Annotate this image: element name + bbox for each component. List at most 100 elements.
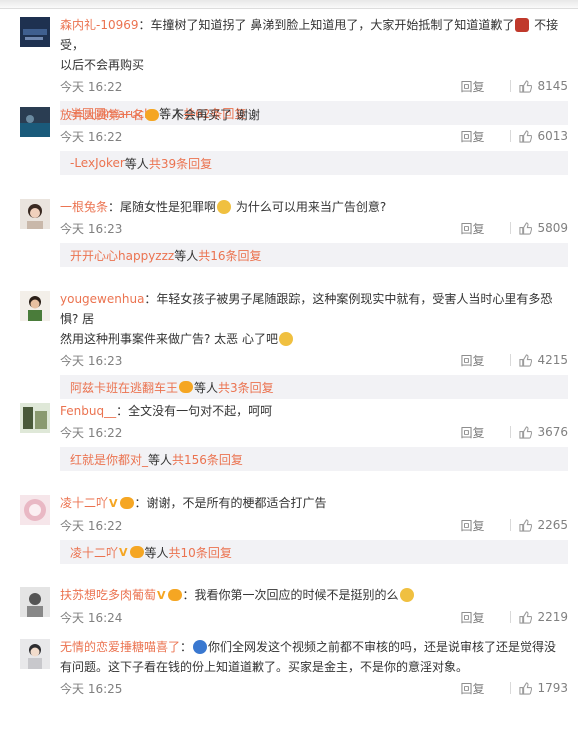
username-link[interactable]: 放弃大赛第一名: [60, 108, 144, 122]
sub-reply-user[interactable]: 红就是你都对_: [70, 451, 148, 468]
like-button[interactable]: 3676: [519, 425, 568, 439]
sub-replies-bar[interactable]: -LexJoker 等人 共39条回复: [60, 151, 568, 175]
like-button[interactable]: 6013: [519, 129, 568, 143]
avatar[interactable]: [20, 107, 50, 137]
timestamp: 今天 16:22: [60, 129, 123, 144]
reply-button[interactable]: 回复: [460, 128, 502, 145]
username-link[interactable]: yougewenhua: [60, 292, 144, 306]
reply-button[interactable]: 回复: [460, 220, 502, 237]
username-link[interactable]: 一根兔条: [60, 200, 108, 214]
reply-button[interactable]: 回复: [460, 352, 502, 369]
comment-item: 凌十二吖V ：谢谢，不是所有的梗都适合打广告 今天 16:22 回复 2265 凌…: [0, 487, 578, 579]
avatar[interactable]: [20, 291, 50, 321]
like-count: 2219: [537, 610, 568, 624]
timestamp: 今天 16:23: [60, 353, 123, 368]
sub-replies-bar[interactable]: 开开心心happyzzz 等人 共16条回复: [60, 243, 568, 267]
avatar[interactable]: [20, 587, 50, 617]
avatar[interactable]: [20, 17, 50, 47]
like-count: 8145: [537, 79, 568, 93]
sub-reply-user[interactable]: -LexJoker: [70, 156, 125, 170]
member-badge-icon: [167, 589, 182, 601]
more-replies-link[interactable]: 共10条回复: [169, 544, 232, 561]
like-button[interactable]: 8145: [519, 79, 568, 93]
divider: [510, 682, 512, 694]
username-link[interactable]: 无情的恋爱捶糖喵喜了: [60, 640, 180, 654]
comment-text: 一根兔条：尾随女性是犯罪啊 为什么可以用来当广告创意?: [60, 200, 387, 214]
username-link[interactable]: Fenbuq__: [60, 404, 116, 418]
like-count: 4215: [537, 353, 568, 367]
comment-item: Fenbuq__：全文没有一句对不起，呵呵 今天 16:22 回复 3676 红…: [0, 395, 578, 487]
username-link[interactable]: 凌十二吖: [60, 496, 108, 510]
like-count: 3676: [537, 425, 568, 439]
comment-meta: 今天 16:22 回复 3676: [60, 421, 568, 443]
emoji-icon: [399, 588, 414, 602]
comment-item: 放弃大赛第一名 ：不会再买了 谢谢 今天 16:22 回复 6013 -LexJo…: [0, 99, 578, 191]
divider: [510, 80, 512, 92]
comment-item: 无情的恋爱捶糖喵喜了： 你们全网发这个视频之前都不审核的吗，还是说审核了还是觉得没…: [0, 631, 578, 705]
reply-button[interactable]: 回复: [460, 517, 502, 534]
timestamp: 今天 16:22: [60, 518, 123, 533]
divider: [510, 426, 512, 438]
sub-reply-user[interactable]: 凌十二吖: [70, 544, 118, 561]
reply-button[interactable]: 回复: [460, 78, 502, 95]
avatar[interactable]: [20, 639, 50, 669]
verified-v-icon: V: [109, 497, 118, 510]
like-button[interactable]: 4215: [519, 353, 568, 367]
like-count: 1793: [537, 681, 568, 695]
comment-text: 扶苏想吃多肉葡萄V ：我看你第一次回应的时候不是挺别的么: [60, 585, 568, 606]
timestamp: 今天 16:22: [60, 425, 123, 440]
comment-text: 森内礼-10969：车撞树了知道拐了 鼻涕到脸上知道甩了，大家开始抵制了知道道歉…: [60, 18, 559, 72]
member-badge-icon: [145, 109, 160, 121]
thumbs-up-icon: [519, 129, 533, 143]
reply-button[interactable]: 回复: [460, 609, 502, 626]
reply-button[interactable]: 回复: [460, 424, 502, 441]
timestamp: 今天 16:22: [60, 79, 123, 94]
member-badge-icon: [179, 381, 194, 393]
like-button[interactable]: 2265: [519, 518, 568, 532]
more-replies-link[interactable]: 共156条回复: [172, 451, 243, 468]
comment-text: 放弃大赛第一名 ：不会再买了 谢谢: [60, 108, 260, 122]
emoji-icon: [193, 640, 208, 654]
like-button[interactable]: 1793: [519, 681, 568, 695]
username-link[interactable]: 森内礼-10969: [60, 18, 139, 32]
like-count: 6013: [537, 129, 568, 143]
more-replies-link[interactable]: 共3条回复: [218, 379, 274, 396]
comment-item: yougewenhua：年轻女孩子被男子尾随跟踪，这种案例现实中就有，受害人当时…: [0, 283, 578, 399]
comment-text: 凌十二吖V ：谢谢，不是所有的梗都适合打广告: [60, 496, 327, 510]
comment-meta: 今天 16:22 回复 8145: [60, 75, 568, 97]
thumbs-up-icon: [519, 518, 533, 532]
emoji-icon: [217, 200, 232, 214]
comment-item: 一根兔条：尾随女性是犯罪啊 为什么可以用来当广告创意? 今天 16:23 回复 …: [0, 191, 578, 283]
username-link[interactable]: 扶苏想吃多肉葡萄: [60, 588, 156, 602]
emoji-icon: [515, 18, 530, 32]
like-button[interactable]: 5809: [519, 221, 568, 235]
divider: [510, 130, 512, 142]
comment-meta: 今天 16:22 回复 2265: [60, 514, 568, 536]
reply-button[interactable]: 回复: [460, 680, 502, 697]
timestamp: 今天 16:23: [60, 221, 123, 236]
like-count: 2265: [537, 518, 568, 532]
more-replies-link[interactable]: 共39条回复: [149, 155, 212, 172]
sub-reply-user[interactable]: 开开心心happyzzz: [70, 247, 174, 264]
comment-item: 森内礼-10969：车撞树了知道拐了 鼻涕到脸上知道甩了，大家开始抵制了知道道歉…: [0, 9, 578, 125]
comment-text: 无情的恋爱捶糖喵喜了： 你们全网发这个视频之前都不审核的吗，还是说审核了还是觉得没…: [60, 640, 557, 674]
comment-item: 扶苏想吃多肉葡萄V ：我看你第一次回应的时候不是挺别的么 今天 16:24 回复 …: [0, 579, 578, 631]
sub-reply-user[interactable]: 阿兹卡班在逃翻车王: [70, 379, 178, 396]
top-cut-strip: [0, 0, 578, 9]
thumbs-up-icon: [519, 425, 533, 439]
comment-meta: 今天 16:24 回复 2219: [60, 606, 568, 628]
like-button[interactable]: 2219: [519, 610, 568, 624]
comment-meta: 今天 16:25 回复 1793: [60, 677, 568, 699]
avatar[interactable]: [20, 495, 50, 525]
comment-meta: 今天 16:22 回复 6013: [60, 125, 568, 147]
thumbs-up-icon: [519, 610, 533, 624]
sub-replies-bar[interactable]: 凌十二吖 V 等人 共10条回复: [60, 540, 568, 564]
comment-meta: 今天 16:23 回复 4215: [60, 349, 568, 371]
sub-replies-bar[interactable]: 红就是你都对_ 等人 共156条回复: [60, 447, 568, 471]
more-replies-link[interactable]: 共16条回复: [198, 247, 261, 264]
comment-text: Fenbuq__：全文没有一句对不起，呵呵: [60, 404, 273, 418]
avatar[interactable]: [20, 199, 50, 229]
thumbs-up-icon: [519, 681, 533, 695]
avatar[interactable]: [20, 403, 50, 433]
member-badge-icon: [119, 497, 134, 509]
